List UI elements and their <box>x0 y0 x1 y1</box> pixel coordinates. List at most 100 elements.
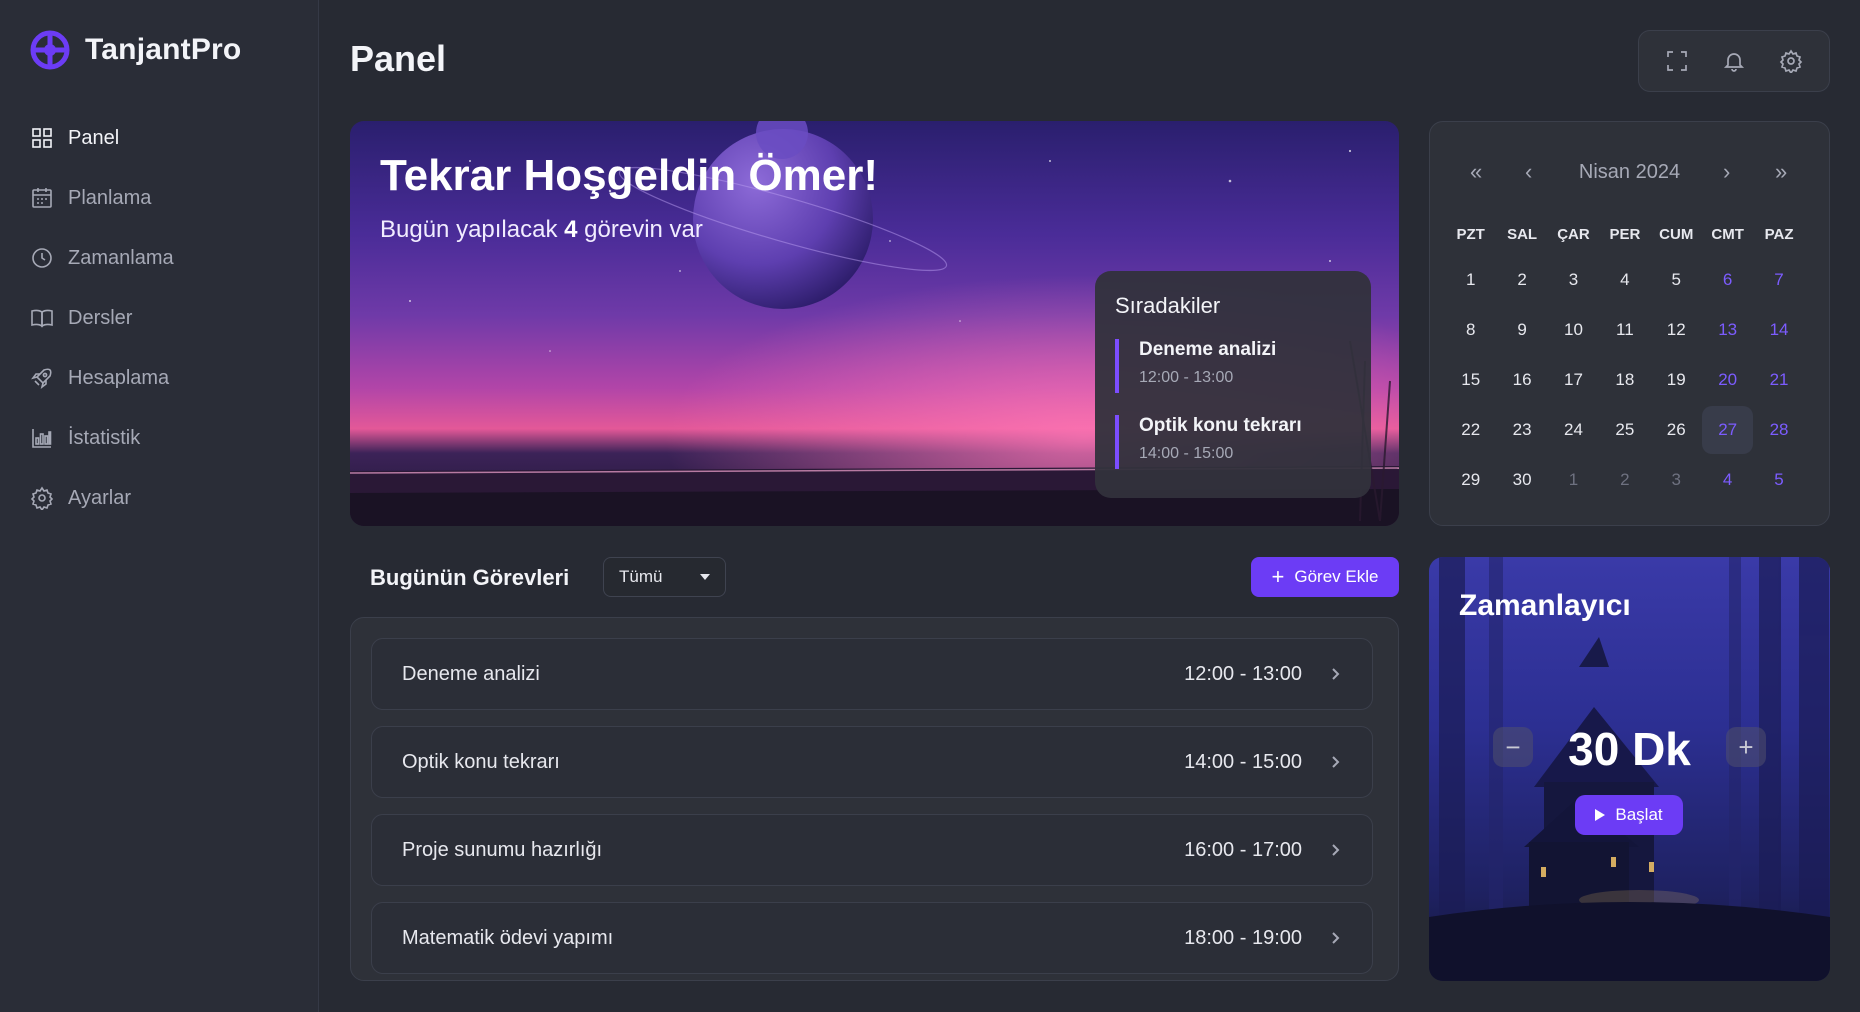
calendar-nav: « ‹ Nisan 2024 › » <box>1430 157 1829 187</box>
calendar-day-today[interactable]: 27 <box>1701 406 1754 454</box>
calendar-day[interactable]: 9 <box>1496 306 1547 354</box>
calendar-day[interactable]: 7 <box>1753 256 1804 304</box>
clock-icon <box>32 248 52 268</box>
calendar-day[interactable]: 23 <box>1496 406 1547 454</box>
calendar-day[interactable]: 16 <box>1496 356 1547 404</box>
calendar-day[interactable]: 25 <box>1599 406 1650 454</box>
sidebar-item-label: Panel <box>68 126 120 149</box>
calendar-day[interactable]: 19 <box>1651 356 1702 404</box>
calendar-icon <box>32 188 52 208</box>
prev-month-button[interactable]: ‹ <box>1525 157 1532 187</box>
sidebar-item-hesaplama[interactable]: Hesaplama <box>30 348 300 408</box>
add-task-label: Görev Ekle <box>1294 567 1379 586</box>
calendar-day[interactable]: 30 <box>1496 456 1547 504</box>
weekday-label: PER <box>1609 226 1641 243</box>
task-time: 14:00 - 15:00 <box>1184 750 1302 773</box>
calendar-day[interactable]: 20 <box>1702 356 1753 404</box>
sidebar-item-panel[interactable]: Panel <box>30 108 300 168</box>
task-filter-value: Tümü <box>619 567 663 586</box>
add-task-button[interactable]: + Görev Ekle <box>1251 557 1399 597</box>
sidebar-item-planlama[interactable]: Planlama <box>30 168 300 228</box>
welcome-subtitle: Bugün yapılacak 4 görevin var <box>380 216 703 244</box>
caret-down-icon <box>700 574 710 580</box>
book-icon <box>31 309 53 328</box>
calendar-day[interactable]: 11 <box>1599 306 1650 354</box>
calendar-day[interactable]: 14 <box>1753 306 1804 354</box>
subtitle-suffix: görevin var <box>584 216 703 243</box>
fullscreen-button[interactable] <box>1659 43 1695 79</box>
page-title: Panel <box>350 38 447 79</box>
upcoming-item[interactable]: Deneme analizi 12:00 - 13:00 <box>1115 339 1351 393</box>
task-filter-select[interactable]: Tümü <box>603 557 726 597</box>
calendar-week: 15 16 17 18 19 20 21 <box>1445 356 1805 404</box>
calendar-day[interactable]: 13 <box>1702 306 1753 354</box>
upcoming-item-time: 14:00 - 15:00 <box>1139 445 1234 462</box>
calendar-day[interactable]: 8 <box>1445 306 1496 354</box>
calendar-week: 29 30 1 2 3 4 5 <box>1445 456 1805 504</box>
gear-icon <box>1779 49 1802 73</box>
calendar-day[interactable]: 12 <box>1651 306 1702 354</box>
plus-icon: + <box>1271 564 1285 589</box>
calendar-day[interactable]: 4 <box>1599 256 1650 304</box>
chevron-right-icon <box>1328 755 1342 769</box>
chevron-right-icon <box>1328 667 1342 681</box>
next-month-button[interactable]: › <box>1723 157 1730 187</box>
sidebar-item-label: Ayarlar <box>68 486 131 509</box>
calendar-week: 8 9 10 11 12 13 14 <box>1445 306 1805 354</box>
calendar-day[interactable]: 2 <box>1496 256 1547 304</box>
calendar-day[interactable]: 1 <box>1445 256 1496 304</box>
sidebar-nav: Panel Planlama Zamanlama Dersler Hesapla… <box>30 108 300 528</box>
sidebar-item-zamanlama[interactable]: Zamanlama <box>30 228 300 288</box>
timer-start-button[interactable]: Başlat <box>1575 795 1683 835</box>
chevron-right-icon <box>1328 843 1342 857</box>
chevron-right-icon <box>1328 931 1342 945</box>
fullscreen-icon <box>1667 51 1688 71</box>
notifications-button[interactable] <box>1716 43 1752 79</box>
calendar-day[interactable]: 10 <box>1548 306 1599 354</box>
calendar-day[interactable]: 24 <box>1548 406 1599 454</box>
task-row[interactable]: Deneme analizi 12:00 - 13:00 <box>371 638 1373 710</box>
bar-chart-icon <box>32 429 52 448</box>
sidebar-item-ayarlar[interactable]: Ayarlar <box>30 468 300 528</box>
calendar-day[interactable]: 17 <box>1548 356 1599 404</box>
sidebar-item-istatistik[interactable]: İstatistik <box>30 408 300 468</box>
timer-value: 30 Dk <box>1568 723 1691 775</box>
calendar-day[interactable]: 5 <box>1651 256 1702 304</box>
task-row[interactable]: Proje sunumu hazırlığı 16:00 - 17:00 <box>371 814 1373 886</box>
sidebar-item-label: İstatistik <box>68 426 141 449</box>
weekday-label: CUM <box>1659 226 1694 243</box>
next-year-button[interactable]: » <box>1775 157 1787 187</box>
calendar-day[interactable]: 21 <box>1753 356 1804 404</box>
task-row[interactable]: Optik konu tekrarı 14:00 - 15:00 <box>371 726 1373 798</box>
calendar-day-other-month[interactable]: 5 <box>1753 456 1804 504</box>
brand-logo-icon <box>30 30 70 70</box>
calendar-day-other-month[interactable]: 1 <box>1548 456 1599 504</box>
timer-increase-button[interactable]: + <box>1726 727 1766 767</box>
calendar-day[interactable]: 22 <box>1445 406 1496 454</box>
brand[interactable]: TanjantPro <box>30 30 241 70</box>
grid-icon <box>32 128 52 148</box>
calendar-day[interactable]: 28 <box>1753 406 1804 454</box>
sidebar-item-dersler[interactable]: Dersler <box>30 288 300 348</box>
task-name: Deneme analizi <box>402 662 540 685</box>
header-toolbar <box>1638 30 1830 92</box>
task-name: Optik konu tekrarı <box>402 750 560 773</box>
calendar-day[interactable]: 6 <box>1702 256 1753 304</box>
upcoming-item[interactable]: Optik konu tekrarı 14:00 - 15:00 <box>1115 415 1351 469</box>
calendar-day[interactable]: 18 <box>1599 356 1650 404</box>
task-count: 4 <box>564 216 578 243</box>
task-row[interactable]: Matematik ödevi yapımı 18:00 - 19:00 <box>371 902 1373 974</box>
calendar-day[interactable]: 26 <box>1651 406 1702 454</box>
calendar-day[interactable]: 3 <box>1548 256 1599 304</box>
settings-button[interactable] <box>1773 43 1809 79</box>
calendar-day-other-month[interactable]: 3 <box>1651 456 1702 504</box>
subtitle-prefix: Bugün yapılacak <box>380 216 558 243</box>
calendar-day[interactable]: 29 <box>1445 456 1496 504</box>
weekday-label: SAL <box>1507 226 1538 243</box>
prev-year-button[interactable]: « <box>1470 157 1482 187</box>
calendar-day[interactable]: 15 <box>1445 356 1496 404</box>
calendar-day-other-month[interactable]: 4 <box>1702 456 1753 504</box>
calendar-day-other-month[interactable]: 2 <box>1599 456 1650 504</box>
calendar-widget: « ‹ Nisan 2024 › » PZT SAL ÇAR PER CUM C… <box>1429 121 1830 526</box>
sidebar-item-label: Hesaplama <box>68 366 170 389</box>
